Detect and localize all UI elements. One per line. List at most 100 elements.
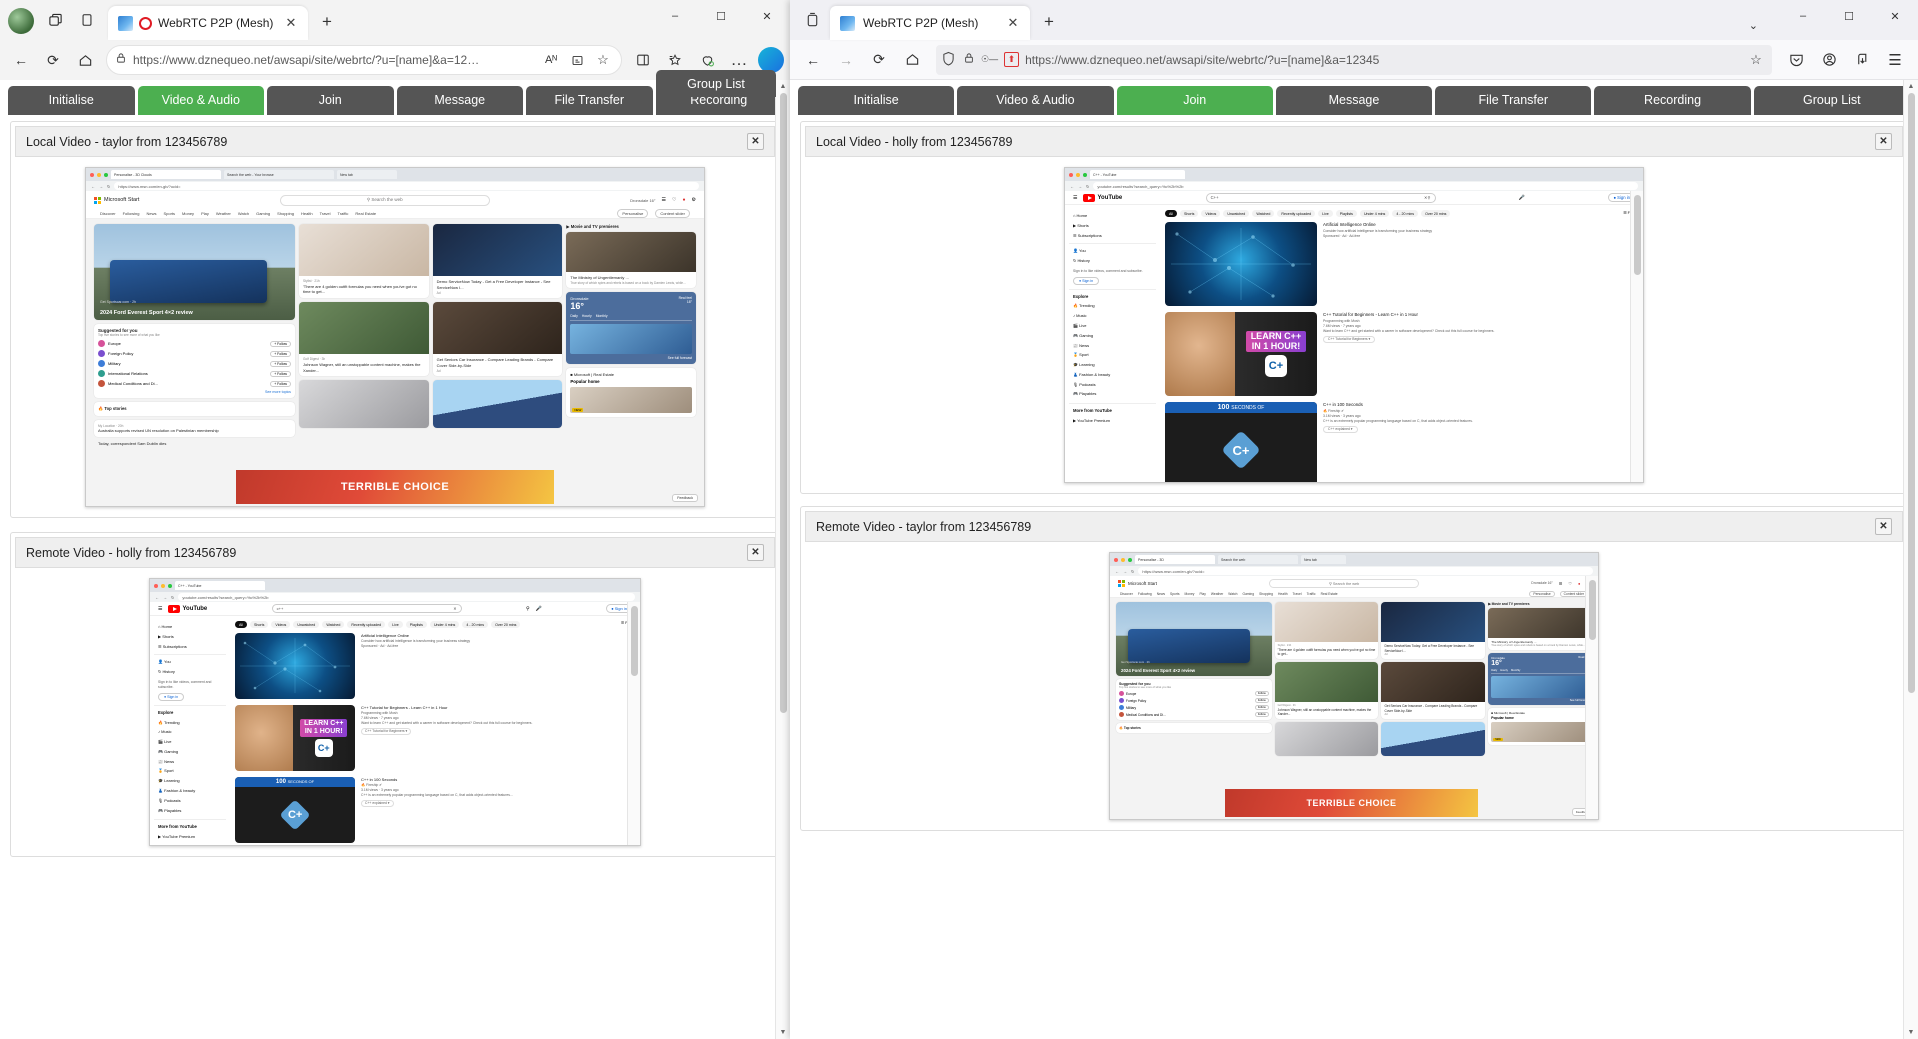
- back-button[interactable]: ←: [798, 45, 828, 75]
- left-nav-video-audio[interactable]: Video & Audio: [137, 86, 264, 115]
- split-pane-icon[interactable]: [74, 7, 100, 33]
- maximize-button[interactable]: ☐: [698, 0, 744, 32]
- right-nav-recording[interactable]: Recording: [1594, 86, 1751, 115]
- tab-actions-icon[interactable]: [42, 7, 68, 33]
- nav-label: Video & Audio: [161, 93, 240, 107]
- left-nav-file-transfer[interactable]: File Transfer: [526, 86, 653, 115]
- right-nav-video-audio[interactable]: Video & Audio: [957, 86, 1114, 115]
- left-page-scrollbar[interactable]: ▲ ▼: [775, 80, 790, 1039]
- left-app-content: Initialise Video & Audio Join Message File T…: [0, 80, 790, 1039]
- refresh-button[interactable]: ⟳: [864, 45, 894, 75]
- list-all-tabs-icon[interactable]: [798, 6, 826, 34]
- close-window-button[interactable]: ✕: [1872, 0, 1918, 32]
- bookmark-icon[interactable]: ☆: [1746, 45, 1766, 75]
- close-window-button[interactable]: ✕: [744, 0, 790, 32]
- address-bar[interactable]: ☉— ⬆ https://www.dznequeo.net/awsapi/sit…: [936, 44, 1772, 75]
- maximize-button[interactable]: ☐: [1826, 0, 1872, 32]
- left-local-video-close-button[interactable]: ✕: [747, 133, 764, 150]
- scroll-down-arrow[interactable]: ▼: [1904, 1026, 1918, 1039]
- right-local-video-panel: Local Video - holly from 123456789 ✕ C++…: [800, 121, 1908, 494]
- shared-msn2-scrollbar[interactable]: [1585, 576, 1598, 819]
- right-page-scrollbar[interactable]: ▲ ▼: [1903, 80, 1918, 1039]
- back-button[interactable]: ←: [6, 45, 36, 75]
- right-nav-message[interactable]: Message: [1275, 86, 1433, 115]
- account-icon[interactable]: [1814, 45, 1844, 75]
- right-window-controls: – ☐ ✕: [1780, 0, 1918, 32]
- lock-icon[interactable]: [963, 51, 975, 69]
- pocket-icon[interactable]: [1781, 45, 1811, 75]
- favorite-icon[interactable]: ☆: [593, 45, 613, 75]
- left-nav-initialise[interactable]: Initialise: [8, 86, 135, 115]
- left-local-video-header: Local Video - taylor from 123456789 ✕: [15, 126, 775, 157]
- new-tab-button[interactable]: +: [1036, 9, 1062, 35]
- edge-titlebar: WebRTC P2P (Mesh) ✕ + – ☐ ✕: [0, 0, 790, 40]
- right-nav-join[interactable]: Join: [1116, 86, 1273, 115]
- record-icon: [139, 16, 152, 30]
- right-local-video-close-button[interactable]: ✕: [1875, 133, 1892, 150]
- refresh-button[interactable]: ⟳: [38, 45, 68, 75]
- app-menu-button[interactable]: ☰: [1880, 45, 1910, 75]
- nav-label: File Transfer: [1478, 93, 1548, 107]
- address-text: https://www.dznequeo.net/awsapi/site/web…: [1025, 52, 1380, 67]
- msn-page: Microsoft Start ⚲ Search the web Dronsda…: [86, 191, 704, 506]
- left-nav-message[interactable]: Message: [396, 86, 523, 115]
- left-remote-video-panel: Remote Video - holly from 123456789 ✕ C+…: [10, 532, 780, 857]
- shared-yt-scrollbar[interactable]: [627, 602, 640, 845]
- left-nav-join[interactable]: Join: [267, 86, 394, 115]
- nav-label: Join: [1183, 93, 1207, 107]
- split-screen-icon[interactable]: [628, 45, 658, 75]
- profile-avatar[interactable]: [8, 8, 34, 34]
- forward-button[interactable]: →: [831, 45, 861, 75]
- left-local-video-panel: Local Video - taylor from 123456789 ✕ Pe…: [10, 121, 780, 518]
- new-tab-button[interactable]: +: [314, 9, 340, 35]
- left-window-controls: – ☐ ✕: [652, 0, 790, 32]
- youtube-page: ⌂ Home ▶ Shorts ☰ Subscriptions 👤 You ↻ …: [150, 616, 640, 845]
- permissions-icon[interactable]: ☉—: [981, 54, 998, 65]
- home-button[interactable]: [70, 45, 100, 75]
- shared-browser-tabstrip-yt: C++ - YouTube: [150, 579, 640, 592]
- youtube-sidebar: ⌂ Home ▶ Shorts ☰ Subscriptions 👤 You ↻ …: [150, 616, 230, 845]
- address-bar[interactable]: https://www.dznequeo.net/awsapi/site/web…: [106, 45, 622, 75]
- lock-icon: [115, 51, 127, 69]
- collections-icon[interactable]: [567, 45, 587, 75]
- right-nav-initialise[interactable]: Initialise: [798, 86, 955, 115]
- shared-yt2-scrollbar[interactable]: [1630, 191, 1643, 482]
- chevron-down-icon[interactable]: ⌄: [1749, 19, 1758, 32]
- home-button[interactable]: [897, 45, 927, 75]
- shared-browser-addressbar-yt2: ← → ↻ youtube.com/results?search_query=%c%…: [1065, 181, 1643, 191]
- extension-icon[interactable]: ⬆: [1004, 52, 1020, 67]
- msn-page-2: Microsoft Start ⚲ Search the web Dronsda…: [1110, 576, 1598, 819]
- right-local-video-title: Local Video - holly from 123456789: [816, 134, 1013, 149]
- screen-root: WebRTC P2P (Mesh) ✕ + – ☐ ✕ ← ⟳ https://…: [0, 0, 1918, 1039]
- nav-label: Video & Audio: [996, 93, 1075, 107]
- nav-label: Group List: [1802, 93, 1861, 107]
- read-aloud-icon[interactable]: Aᴺ: [541, 45, 561, 75]
- tab-close-icon[interactable]: ✕: [1004, 15, 1022, 31]
- left-local-video-title: Local Video - taylor from 123456789: [26, 134, 228, 149]
- right-nav-file-transfer[interactable]: File Transfer: [1435, 86, 1592, 115]
- firefox-titlebar: WebRTC P2P (Mesh) ✕ + ⌄ – ☐ ✕: [790, 0, 1918, 40]
- right-remote-video-close-button[interactable]: ✕: [1875, 518, 1892, 535]
- right-hidden-group-list-button[interactable]: Group List: [656, 70, 776, 97]
- minimize-button[interactable]: –: [652, 0, 698, 32]
- shield-icon[interactable]: [942, 51, 957, 68]
- nav-label: Message: [434, 93, 486, 107]
- nav-label: File Transfer: [554, 93, 624, 107]
- save-icon[interactable]: [1847, 45, 1877, 75]
- minimize-button[interactable]: –: [1780, 0, 1826, 32]
- tab-close-icon[interactable]: ✕: [282, 15, 300, 31]
- left-remote-video-close-button[interactable]: ✕: [747, 544, 764, 561]
- right-remote-video-body: Personalise - 3D Search the web New tab …: [801, 546, 1907, 830]
- tab-webrtc[interactable]: WebRTC P2P (Mesh) ✕: [108, 6, 308, 40]
- right-remote-shared-screen: Personalise - 3D Search the web New tab …: [1109, 552, 1599, 820]
- right-nav-group-list[interactable]: Group List: [1753, 86, 1910, 115]
- firefox-toolbar: ← → ⟳ ☉— ⬆ https://www.dznequeo.net/awsa…: [790, 40, 1918, 80]
- scroll-down-arrow[interactable]: ▼: [776, 1026, 790, 1039]
- youtube-sidebar-2: ⌂ Home ▶ Shorts ☰ Subscriptions 👤 You ↻ …: [1065, 205, 1160, 482]
- scroll-up-arrow[interactable]: ▲: [776, 80, 790, 93]
- tab-webrtc-right[interactable]: WebRTC P2P (Mesh) ✕: [830, 6, 1030, 40]
- scroll-up-arrow[interactable]: ▲: [1904, 80, 1918, 93]
- left-remote-shared-screen: C++ - YouTube ← → ↻ youtube.com/results?se…: [149, 578, 641, 846]
- nav-label: Recording: [1644, 93, 1702, 107]
- youtube-results-2: All Shorts Videos Unwatched Watched Recently …: [1160, 205, 1643, 482]
